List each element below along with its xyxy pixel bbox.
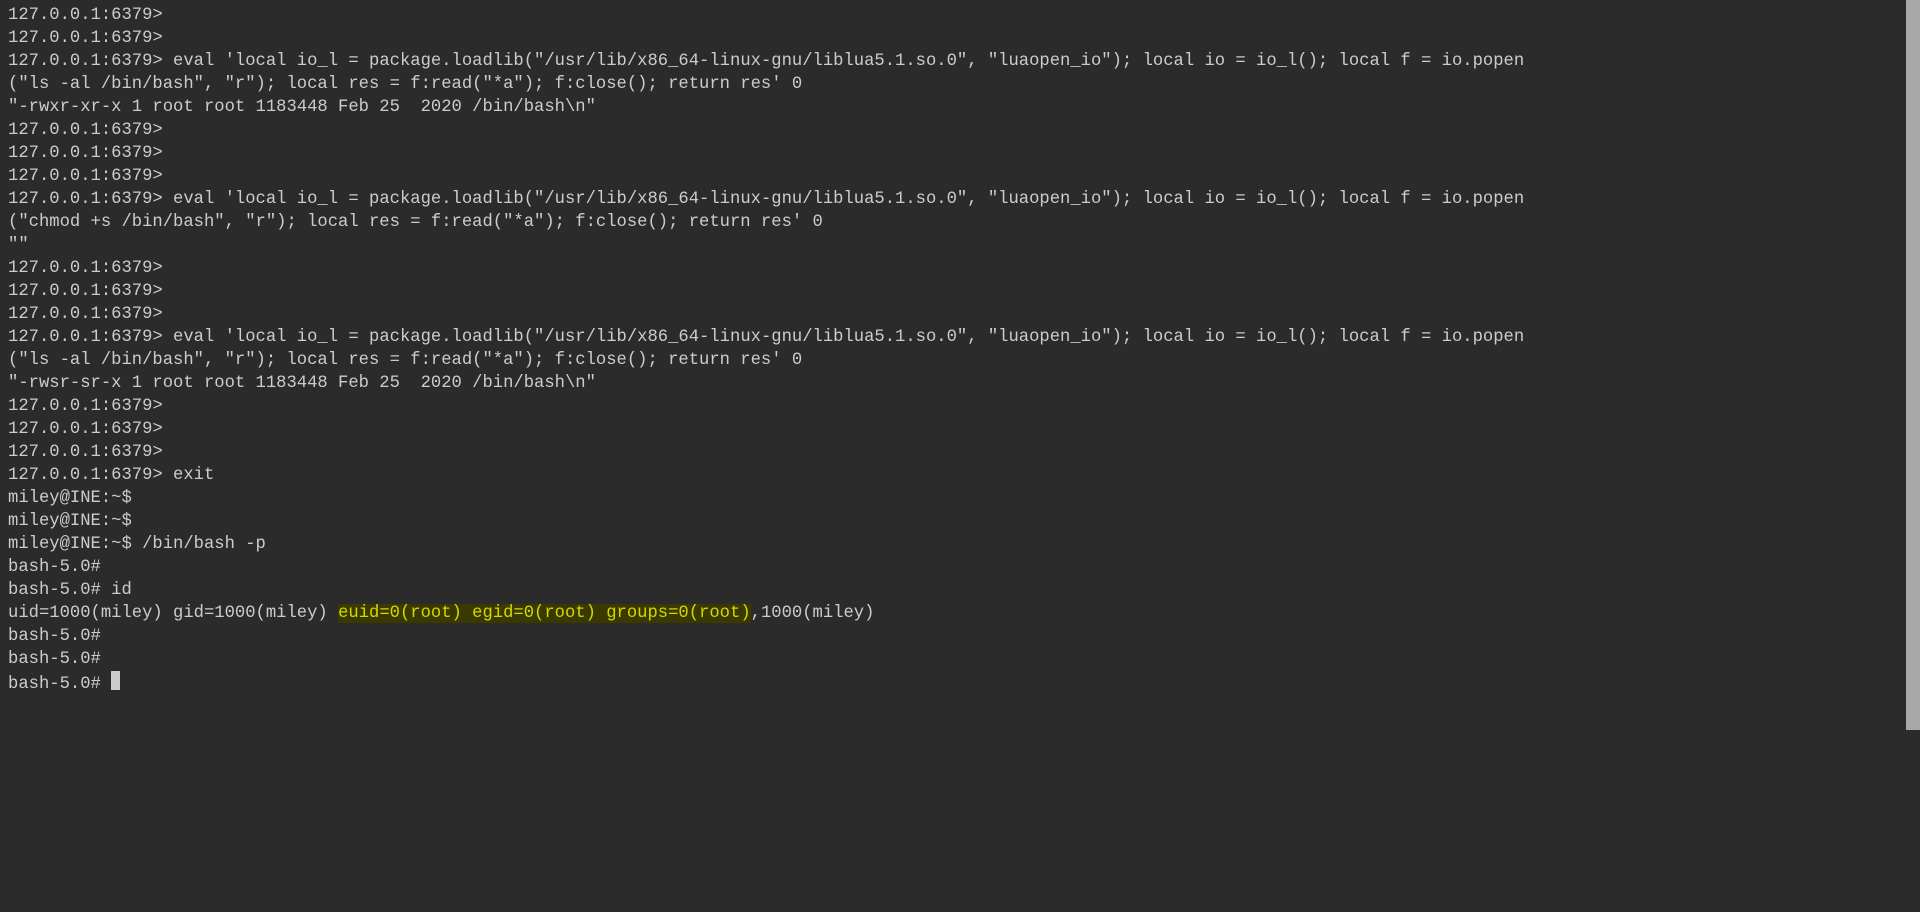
terminal-line: 127.0.0.1:6379> [8,303,1547,326]
terminal-prompt: 127.0.0.1:6379> [8,259,163,278]
terminal-line: bash-5.0# id [8,579,1547,602]
terminal-line: 127.0.0.1:6379> [8,27,1547,50]
terminal-line: miley@INE:~$ [8,487,1547,510]
terminal-prompt: 127.0.0.1:6379> [8,167,163,186]
terminal-prompt: 127.0.0.1:6379> [8,144,163,163]
terminal-command [101,675,111,694]
terminal-line: 127.0.0.1:6379> [8,4,1547,27]
terminal-scrollbar-thumb[interactable] [1906,0,1920,730]
terminal-line: uid=1000(miley) gid=1000(miley) euid=0(r… [8,602,1547,625]
terminal-scrollbar[interactable] [1906,0,1920,912]
terminal-line: 127.0.0.1:6379> [8,441,1547,464]
terminal-output[interactable]: 127.0.0.1:6379>127.0.0.1:6379>127.0.0.1:… [0,0,1555,700]
terminal-line: 127.0.0.1:6379> eval 'local io_l = packa… [8,326,1547,372]
terminal-output-line: "-rwsr-sr-x 1 root root 1183448 Feb 25 2… [8,374,596,393]
id-output-highlight: euid=0(root) egid=0(root) groups=0(root) [338,604,751,623]
terminal-prompt: 127.0.0.1:6379> [8,282,163,301]
terminal-line: miley@INE:~$ /bin/bash -p [8,533,1547,556]
terminal-prompt: 127.0.0.1:6379> [8,305,163,324]
terminal-prompt: bash-5.0# [8,558,101,577]
terminal-cursor [111,671,120,690]
terminal-prompt: bash-5.0# [8,650,101,669]
terminal-prompt: 127.0.0.1:6379> [8,29,163,48]
terminal-prompt: 127.0.0.1:6379> [8,52,163,71]
terminal-prompt: bash-5.0# [8,581,101,600]
terminal-line: bash-5.0# [8,648,1547,671]
terminal-line: "-rwxr-xr-x 1 root root 1183448 Feb 25 2… [8,96,1547,119]
terminal-window: 127.0.0.1:6379>127.0.0.1:6379>127.0.0.1:… [0,0,1920,912]
terminal-prompt: 127.0.0.1:6379> [8,6,163,25]
terminal-prompt: miley@INE:~$ [8,535,132,554]
terminal-line: 127.0.0.1:6379> eval 'local io_l = packa… [8,188,1547,234]
terminal-prompt: 127.0.0.1:6379> [8,466,163,485]
terminal-prompt: bash-5.0# [8,627,101,646]
terminal-line: 127.0.0.1:6379> [8,142,1547,165]
terminal-prompt: 127.0.0.1:6379> [8,190,163,209]
terminal-output-line: "" [8,236,29,255]
terminal-line: 127.0.0.1:6379> [8,119,1547,142]
terminal-output-line: "-rwxr-xr-x 1 root root 1183448 Feb 25 2… [8,98,596,117]
terminal-line: 127.0.0.1:6379> [8,418,1547,441]
terminal-prompt: 127.0.0.1:6379> [8,328,163,347]
terminal-command: eval 'local io_l = package.loadlib("/usr… [8,328,1524,370]
terminal-line: 127.0.0.1:6379> [8,165,1547,188]
terminal-command: eval 'local io_l = package.loadlib("/usr… [8,190,1524,232]
terminal-prompt: 127.0.0.1:6379> [8,397,163,416]
terminal-prompt: miley@INE:~$ [8,512,132,531]
terminal-command: /bin/bash -p [132,535,266,554]
terminal-command: exit [163,466,215,485]
terminal-line: 127.0.0.1:6379> [8,395,1547,418]
terminal-line: 127.0.0.1:6379> [8,280,1547,303]
terminal-prompt: miley@INE:~$ [8,489,132,508]
terminal-command: id [101,581,132,600]
terminal-line: bash-5.0# [8,625,1547,648]
id-output-pre: uid=1000(miley) gid=1000(miley) [8,604,338,623]
terminal-prompt: bash-5.0# [8,675,101,694]
terminal-prompt: 127.0.0.1:6379> [8,121,163,140]
terminal-line: bash-5.0# [8,671,1547,696]
terminal-prompt: 127.0.0.1:6379> [8,443,163,462]
terminal-line: 127.0.0.1:6379> exit [8,464,1547,487]
terminal-line: bash-5.0# [8,556,1547,579]
id-output-post: ,1000(miley) [751,604,875,623]
terminal-line: 127.0.0.1:6379> eval 'local io_l = packa… [8,50,1547,96]
terminal-command: eval 'local io_l = package.loadlib("/usr… [8,52,1524,94]
terminal-line: 127.0.0.1:6379> [8,257,1547,280]
terminal-line: "" [8,234,1547,257]
terminal-prompt: 127.0.0.1:6379> [8,420,163,439]
terminal-line: miley@INE:~$ [8,510,1547,533]
terminal-line: "-rwsr-sr-x 1 root root 1183448 Feb 25 2… [8,372,1547,395]
